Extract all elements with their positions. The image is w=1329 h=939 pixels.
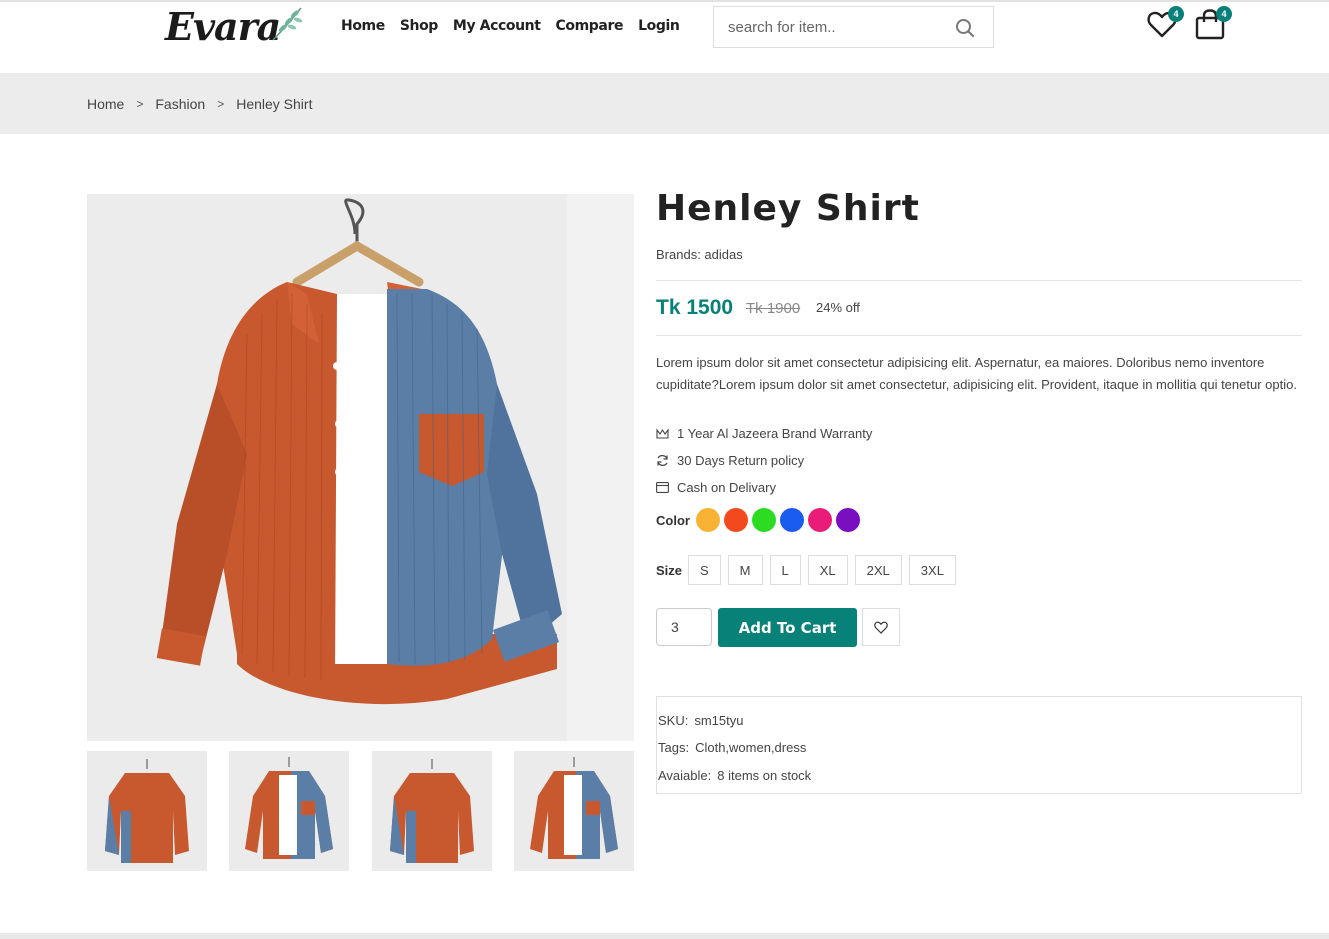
feature-cod-text: Cash on Delivary xyxy=(677,480,776,495)
tags-value: Cloth,women,dress xyxy=(695,740,807,755)
size-option-s[interactable]: S xyxy=(688,555,721,585)
search-icon[interactable] xyxy=(955,18,975,38)
cart-button[interactable]: 4 xyxy=(1194,6,1232,42)
logo[interactable]: Evara xyxy=(165,4,305,49)
feature-return: 30 Days Return policy xyxy=(656,453,804,468)
size-option-3xl[interactable]: 3XL xyxy=(908,555,956,585)
divider xyxy=(656,280,1302,281)
breadcrumb-separator: > xyxy=(217,97,225,111)
meta-sku: SKU: sm15tyu xyxy=(658,713,743,728)
divider xyxy=(656,335,1302,336)
product-meta-box: SKU: sm15tyu Tags: Cloth,women,dress Avaia… xyxy=(656,696,1302,794)
sku-label: SKU: xyxy=(658,713,689,728)
cart-count-badge: 4 xyxy=(1216,6,1232,22)
product-brand: Brands: adidas xyxy=(656,247,743,262)
site-header: Evara Home Shop My Account Compare Login… xyxy=(0,0,1329,73)
nav-home[interactable]: Home xyxy=(341,18,385,34)
add-to-wishlist-button[interactable] xyxy=(862,608,900,646)
feature-warranty: 1 Year Al Jazeera Brand Warranty xyxy=(656,426,872,441)
nav-my-account[interactable]: My Account xyxy=(453,18,541,34)
shirt-back-thumbnail xyxy=(390,759,474,863)
leaf-icon xyxy=(272,7,303,41)
add-to-cart-button[interactable]: Add To Cart xyxy=(718,608,857,647)
feature-return-text: 30 Days Return policy xyxy=(677,453,805,468)
nav-login[interactable]: Login xyxy=(638,18,680,34)
product-main-image[interactable] xyxy=(87,194,634,741)
thumbnail-4[interactable] xyxy=(514,751,634,871)
search-input[interactable] xyxy=(714,18,944,36)
size-options: S M L XL 2XL 3XL xyxy=(688,555,956,585)
product-price: Tk 1500 xyxy=(656,296,734,319)
credit-card-icon xyxy=(656,482,669,493)
product-description: Lorem ipsum dolor sit amet consectetur a… xyxy=(656,355,1297,392)
tags-label: Tags: xyxy=(658,740,690,755)
feature-warranty-text: 1 Year Al Jazeera Brand Warranty xyxy=(677,426,873,441)
breadcrumb-home[interactable]: Home xyxy=(87,96,124,112)
breadcrumb-current: Henley Shirt xyxy=(236,96,313,112)
thumbnail-3[interactable] xyxy=(372,751,492,871)
thumbnail-1[interactable] xyxy=(87,751,207,871)
color-swatch-4[interactable] xyxy=(780,508,804,532)
shirt-image xyxy=(87,194,634,741)
size-option-xl[interactable]: XL xyxy=(807,555,848,585)
color-swatch-5[interactable] xyxy=(808,508,832,532)
feature-cod: Cash on Delivary xyxy=(656,480,776,495)
thumbnail-2[interactable] xyxy=(229,751,349,871)
availability-value: 8 items on stock xyxy=(717,768,812,783)
color-swatch-2[interactable] xyxy=(724,508,748,532)
breadcrumb: Home > Fashion > Henley Shirt xyxy=(87,96,312,112)
footer-divider xyxy=(0,933,1329,939)
heart-icon xyxy=(874,621,888,634)
wishlist-button[interactable]: 4 xyxy=(1146,6,1184,42)
quantity-input[interactable] xyxy=(656,608,712,646)
shirt-back-thumbnail xyxy=(105,759,189,863)
color-options xyxy=(696,508,860,532)
wishlist-count-badge: 4 xyxy=(1168,6,1184,22)
crown-icon xyxy=(656,427,669,439)
color-swatch-1[interactable] xyxy=(696,508,720,532)
shirt-front-thumbnail xyxy=(245,757,333,859)
size-label: Size xyxy=(656,563,683,578)
sku-value: sm15tyu xyxy=(694,713,744,728)
meta-tags: Tags: Cloth,women,dress xyxy=(658,740,806,755)
color-swatch-3[interactable] xyxy=(752,508,776,532)
main-nav: Home Shop My Account Compare Login xyxy=(341,18,680,34)
availability-label: Avaiable: xyxy=(658,768,712,783)
color-swatch-6[interactable] xyxy=(836,508,860,532)
search-box xyxy=(713,6,994,48)
meta-availability: Avaiable: 8 items on stock xyxy=(658,768,811,783)
shirt-front-thumbnail xyxy=(530,757,618,859)
product-old-price: Tk 1900 xyxy=(746,300,801,317)
nav-shop[interactable]: Shop xyxy=(400,18,438,34)
color-label: Color xyxy=(656,513,690,528)
size-option-2xl[interactable]: 2XL xyxy=(854,555,902,585)
nav-compare[interactable]: Compare xyxy=(556,18,624,34)
product-discount: 24% off xyxy=(816,300,860,315)
size-option-l[interactable]: L xyxy=(769,555,801,585)
breadcrumb-separator: > xyxy=(136,97,144,111)
size-option-m[interactable]: M xyxy=(727,555,763,585)
logo-text: Evara xyxy=(165,4,281,49)
breadcrumb-fashion[interactable]: Fashion xyxy=(155,96,205,112)
refresh-icon xyxy=(657,455,668,466)
breadcrumb-bar: Home > Fashion > Henley Shirt xyxy=(0,73,1329,134)
product-title: Henley Shirt xyxy=(656,188,920,229)
